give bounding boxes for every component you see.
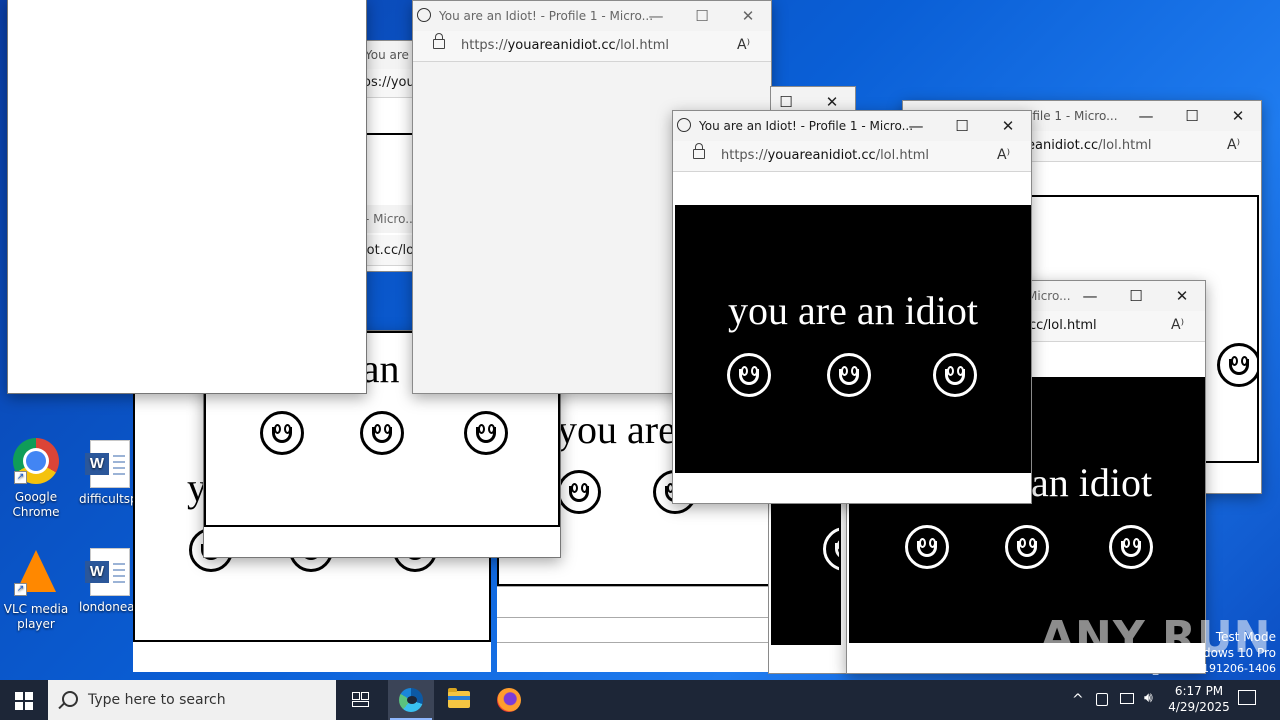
smiley-icon: [905, 525, 949, 569]
task-view-button[interactable]: [337, 680, 383, 720]
read-aloud-icon[interactable]: A⁾: [1227, 137, 1240, 153]
read-aloud-icon[interactable]: A⁾: [737, 37, 750, 53]
smiley-icon: [557, 470, 601, 514]
browser-window-active[interactable]: You are an Idiot! - Profile 1 - Micro...…: [672, 110, 1032, 504]
edge-icon: [399, 688, 423, 712]
smiley-icon: [933, 353, 977, 397]
url-text[interactable]: https://youareanidiot.cc/lol.html: [461, 38, 669, 53]
window-title: Micro...: [1027, 289, 1071, 303]
smiley-icon: [1217, 343, 1257, 387]
taskbar: Type here to search ^ 🔊︎ 6:17 PM 4/29/20…: [0, 680, 1280, 720]
url-text[interactable]: https://youareanidiot.cc/lol.html: [721, 148, 929, 163]
firefox-icon: [497, 688, 521, 712]
window-titlebar[interactable]: You are an Idiot! - Profile 1 - Micro...…: [673, 111, 1031, 141]
smiley-icon: [823, 527, 839, 571]
search-placeholder: Type here to search: [88, 692, 226, 708]
maximize-button[interactable]: ☐: [949, 115, 975, 137]
close-button[interactable]: ✕: [1169, 285, 1195, 307]
volume-icon[interactable]: 🔊︎: [1144, 690, 1153, 706]
shortcut-arrow-icon: ↗: [14, 583, 27, 596]
smiley-icon: [1005, 525, 1049, 569]
system-tray: ^ 🔊︎: [1066, 680, 1160, 720]
shortcut-arrow-icon: ↗: [14, 471, 27, 484]
browser-window-blank[interactable]: [7, 0, 367, 394]
maximize-button[interactable]: ☐: [689, 5, 715, 27]
word-document-icon: W: [85, 440, 130, 488]
idiot-text: you are an idiot: [728, 288, 978, 333]
desktop-icon-chrome[interactable]: ↗ Google Chrome: [0, 438, 72, 520]
url-text[interactable]: eanidiot.cc/lol.html: [1027, 138, 1151, 153]
window-titlebar[interactable]: You are an Idiot! - Profile 1 - Micro...…: [413, 1, 771, 31]
url-text[interactable]: iot.cc/lol: [363, 243, 418, 258]
close-button[interactable]: ✕: [995, 115, 1021, 137]
notification-center-icon[interactable]: [1238, 690, 1256, 705]
clock-time: 6:17 PM: [1174, 684, 1224, 698]
smiley-icon: [827, 353, 871, 397]
desktop-icon-vlc[interactable]: ↗ VLC media player: [0, 548, 72, 632]
desktop-icon-label: player: [17, 617, 55, 631]
idiot-text: you are: [557, 407, 676, 452]
tray-app-icon[interactable]: [1096, 693, 1108, 706]
task-view-icon: [352, 692, 369, 708]
clock-date: 4/29/2025: [1168, 700, 1230, 714]
idiot-content: [771, 481, 841, 645]
smiley-icon: [360, 411, 404, 455]
tray-overflow-chevron-icon[interactable]: ^: [1072, 692, 1084, 708]
smiley-icon: [260, 411, 304, 455]
lock-icon: [693, 143, 705, 159]
smiley-favicon-icon: [677, 118, 691, 132]
url-text[interactable]: os://you: [363, 75, 415, 90]
close-button[interactable]: ✕: [1225, 105, 1251, 127]
search-box[interactable]: Type here to search: [48, 680, 336, 720]
address-bar[interactable]: https://youareanidiot.cc/lol.html A⁾: [673, 141, 1031, 172]
taskbar-file-explorer-button[interactable]: [436, 680, 482, 720]
window-title: - Micro...: [365, 212, 417, 226]
desktop-icon-label: Chrome: [12, 505, 60, 519]
read-aloud-icon[interactable]: A⁾: [997, 147, 1010, 163]
window-title: You are an Idiot! - Profile 1 - Micro...: [439, 9, 654, 23]
window-title: You are an Idiot! - Profile 1 - Micro...: [699, 119, 914, 133]
browser-window[interactable]: [768, 480, 850, 674]
folder-icon: [448, 688, 470, 708]
minimize-button[interactable]: —: [1133, 105, 1159, 127]
start-button[interactable]: [0, 680, 48, 720]
smiley-icon: [727, 353, 771, 397]
url-text[interactable]: cc/lol.html: [1029, 318, 1097, 333]
minimize-button[interactable]: —: [1077, 285, 1103, 307]
desktop: ↗ Google Chrome W difficultsp ↗ VLC medi…: [0, 0, 1280, 680]
lock-icon: [433, 33, 445, 49]
address-bar[interactable]: https://youareanidiot.cc/lol.html A⁾: [413, 31, 771, 62]
minimize-button[interactable]: —: [903, 115, 929, 137]
maximize-button[interactable]: ☐: [1179, 105, 1205, 127]
network-icon[interactable]: [1120, 693, 1134, 704]
idiot-content: you are an idiot: [675, 205, 1031, 473]
close-button[interactable]: ✕: [735, 5, 761, 27]
smiley-favicon-icon: [417, 8, 431, 22]
minimize-button[interactable]: —: [643, 5, 669, 27]
read-aloud-icon[interactable]: A⁾: [1171, 317, 1184, 333]
test-mode-text: Test Mode ndows 10 Pro Build 19041.vb_re…: [1069, 630, 1276, 675]
desktop-icon-label: VLC media: [3, 602, 69, 616]
idiot-text: an idiot: [1031, 460, 1153, 505]
smiley-icon: [464, 411, 508, 455]
smiley-icon: [1109, 525, 1153, 569]
taskbar-firefox-button[interactable]: [486, 680, 532, 720]
taskbar-edge-button[interactable]: [388, 680, 434, 720]
taskbar-clock[interactable]: 6:17 PM 4/29/2025: [1160, 683, 1238, 715]
desktop-icon-label: Google: [14, 490, 58, 504]
maximize-button[interactable]: ☐: [1123, 285, 1149, 307]
search-icon: [62, 691, 78, 707]
window-title: ofile 1 - Micro...: [1025, 109, 1118, 123]
word-document-icon: W: [85, 548, 130, 596]
